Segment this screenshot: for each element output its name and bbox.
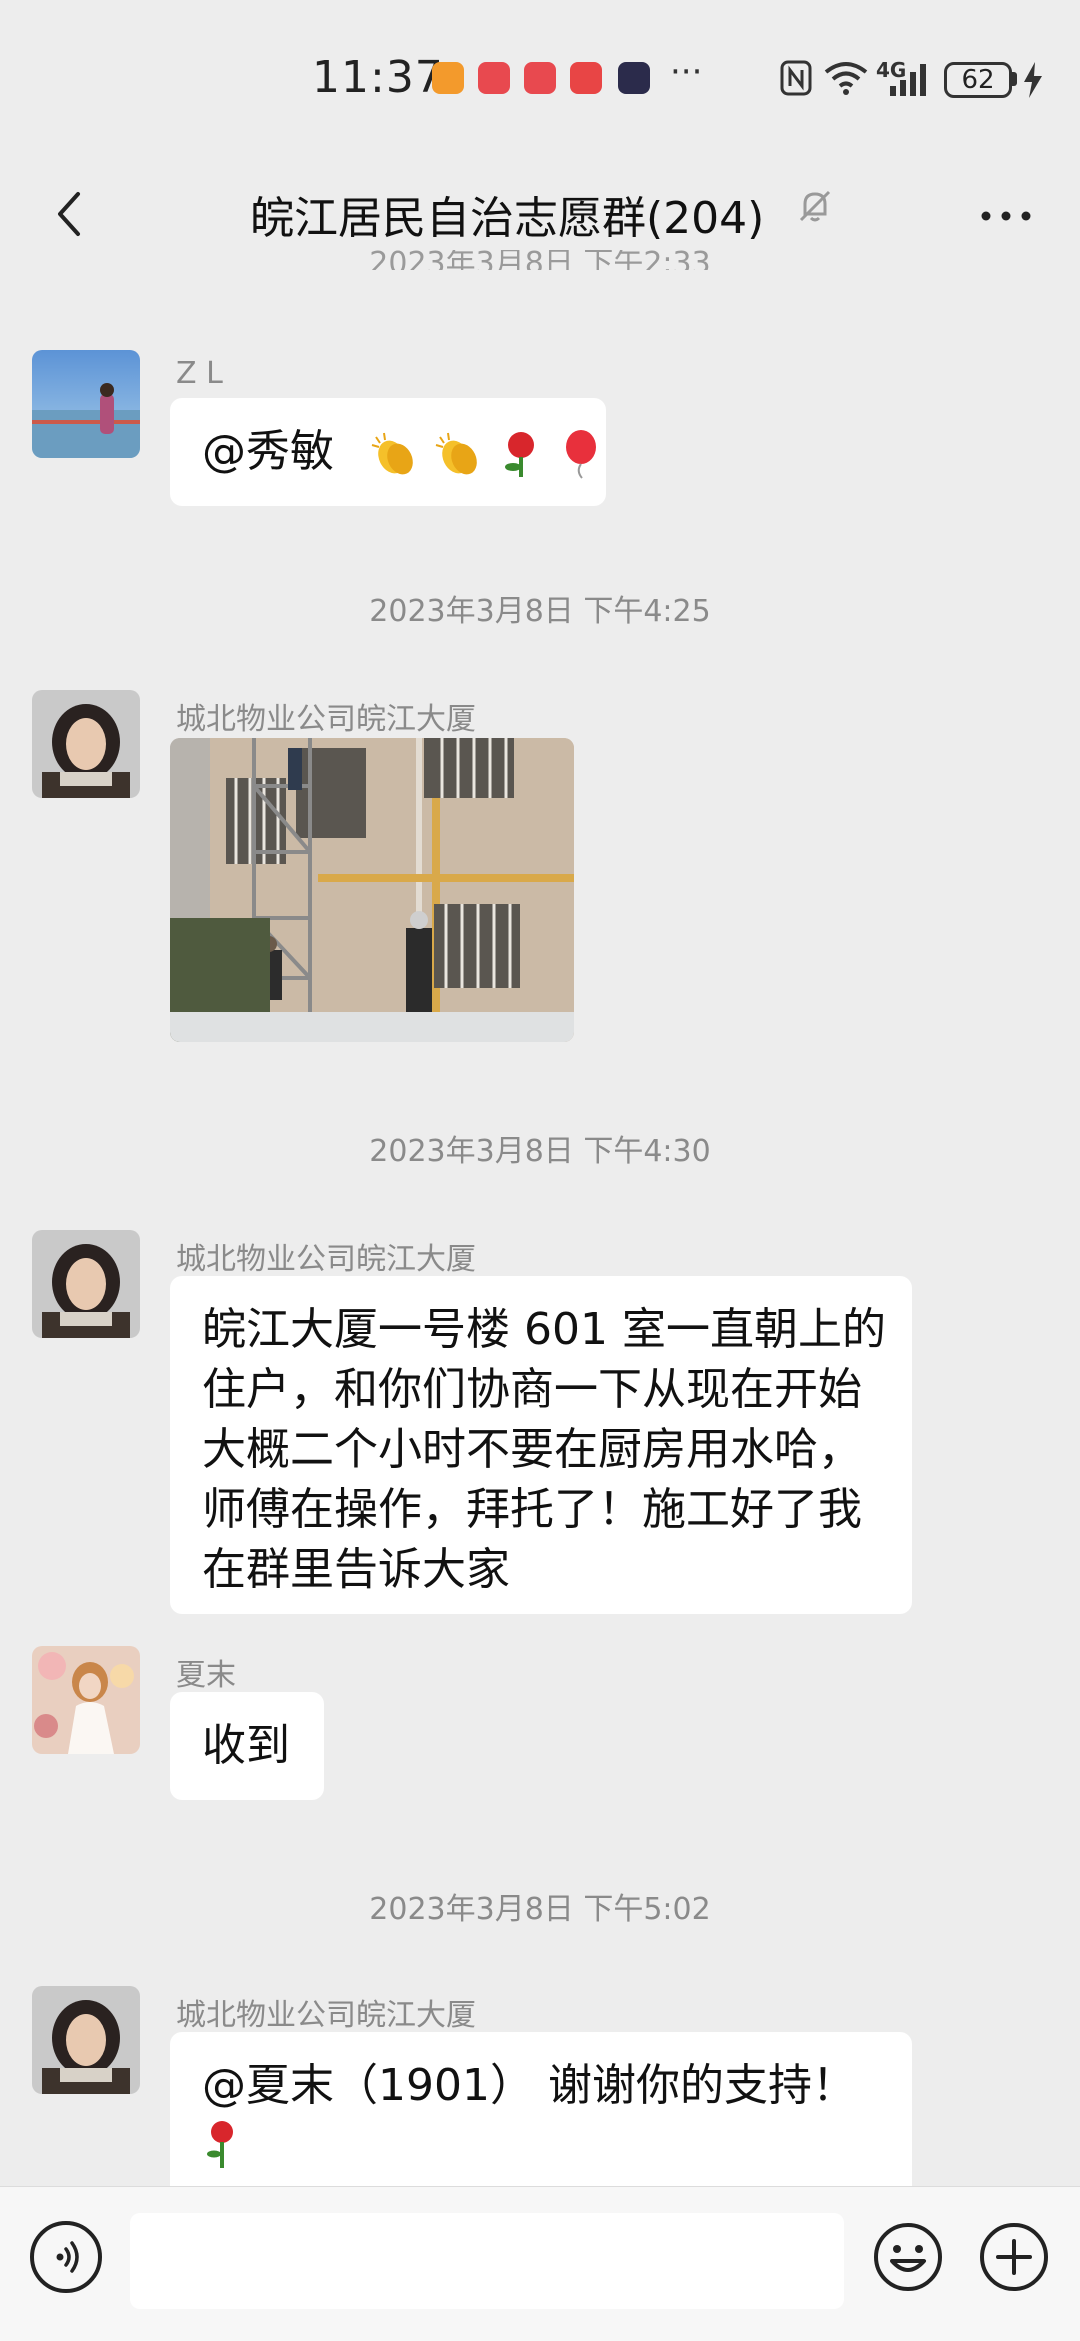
app-notification-icon <box>570 62 602 94</box>
more-notifications-icon: ··· <box>670 52 703 92</box>
sender-name: 城北物业公司皖江大厦 <box>176 1242 476 1277</box>
clapping-hands-icon <box>435 432 477 475</box>
more-options-icon[interactable] <box>976 186 1036 246</box>
message-line: 师傅在操作，拜托了！施工好了我 <box>202 1484 862 1535</box>
plus-icon[interactable] <box>978 2221 1050 2293</box>
battery-indicator: 62 <box>944 62 1012 98</box>
message-bubble[interactable]: 皖江大厦一号楼 601 室一直朝上的 住户，和你们协商一下从现在开始 大概二个小… <box>170 1276 912 1614</box>
message-bubble[interactable]: @夏末（1901） 谢谢你的支持！ <box>170 2032 912 2186</box>
avatar[interactable] <box>32 1230 140 1338</box>
rose-icon <box>505 432 534 477</box>
avatar-image <box>32 1986 140 2094</box>
avatar[interactable] <box>32 1646 140 1754</box>
chat-title: 皖江居民自治志愿群(204) <box>250 193 765 244</box>
avatar[interactable] <box>32 690 140 798</box>
app-notification-icon <box>618 62 650 94</box>
app-notification-icon <box>524 62 556 94</box>
avatar-image <box>32 1646 140 1754</box>
emoji-icon[interactable] <box>872 2221 944 2293</box>
avatar[interactable] <box>32 1986 140 2094</box>
message-bubble[interactable]: @秀敏 <box>170 398 606 506</box>
voice-input-button[interactable] <box>30 2221 102 2293</box>
message-line: 皖江大厦一号楼 601 室一直朝上的 <box>202 1304 886 1355</box>
timestamp: 2023年3月8日 下午4:30 <box>369 1134 711 1169</box>
balloon-icon <box>566 430 596 479</box>
sender-name: 夏末 <box>176 1658 236 1693</box>
app-notification-icon <box>478 62 510 94</box>
sender-name: 城北物业公司皖江大厦 <box>176 1998 476 2033</box>
clapping-hands-icon <box>371 432 413 475</box>
status-time: 11:37 <box>312 52 444 103</box>
sender-name: 城北物业公司皖江大厦 <box>176 702 476 737</box>
message-image[interactable] <box>170 738 574 1042</box>
battery-cap <box>1012 72 1017 86</box>
wifi-icon <box>824 62 868 95</box>
input-bar <box>0 2186 1080 2341</box>
timestamp: 2023年3月8日 下午5:02 <box>369 1892 711 1927</box>
voice-icon <box>56 2241 79 2273</box>
message-text: 收到 <box>202 1720 290 1771</box>
message-text: @夏末（1901） 谢谢你的支持！ <box>202 2060 856 2111</box>
message-bubble[interactable]: 收到 <box>170 1692 324 1800</box>
signal-icon <box>890 64 926 96</box>
timestamp: 2023年3月8日 下午4:25 <box>369 594 711 629</box>
message-text: @秀敏 <box>202 426 334 477</box>
message-line: 在群里告诉大家 <box>202 1544 510 1595</box>
status-bar: 11:37 ··· 4G 62 <box>0 0 1080 160</box>
building-photo <box>170 738 574 1042</box>
message-line: 住户，和你们协商一下从现在开始 <box>202 1364 862 1415</box>
timestamp-partial-text: 2023年3月8日 下午2:33 <box>369 250 711 270</box>
avatar-image <box>32 690 140 798</box>
mute-bell-icon <box>799 190 831 222</box>
app-notification-icon <box>432 62 464 94</box>
avatar-image <box>32 350 140 458</box>
back-arrow-icon[interactable] <box>42 184 102 244</box>
avatar[interactable] <box>32 350 140 458</box>
charging-icon <box>1024 62 1042 98</box>
timestamp-partial: 2023年3月8日 下午2:33 <box>0 250 1080 270</box>
avatar-image <box>32 1230 140 1338</box>
rose-icon <box>207 2121 233 2168</box>
sender-name: Z L <box>176 356 223 391</box>
nfc-icon <box>780 60 812 96</box>
message-input[interactable] <box>130 2213 844 2309</box>
message-line: 大概二个小时不要在厨房用水哈， <box>202 1424 862 1475</box>
